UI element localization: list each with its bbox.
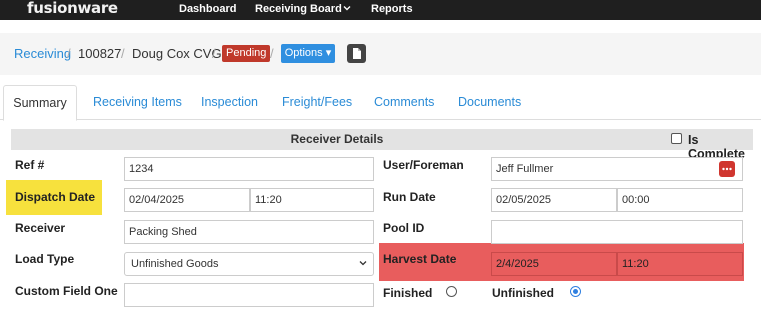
breadcrumb-separator: / — [270, 46, 274, 61]
dispatch-date-input[interactable]: 02/04/2025 — [124, 188, 250, 212]
nav-dashboard[interactable]: Dashboard — [179, 3, 236, 15]
ref-label: Ref # — [15, 158, 45, 172]
is-complete-checkbox[interactable] — [671, 133, 682, 144]
pool-id-input[interactable] — [491, 220, 743, 244]
nav-receiving-board[interactable]: Receiving Board — [255, 3, 342, 15]
load-type-select[interactable]: Unfinished Goods — [124, 252, 374, 276]
tab-summary[interactable]: Summary — [3, 85, 77, 121]
harvest-date-input[interactable]: 2/4/2025 — [491, 252, 617, 276]
pool-id-label: Pool ID — [383, 221, 425, 235]
tab-bar: Summary Receiving Items Inspection Freig… — [0, 85, 761, 121]
breadcrumb-separator: / — [67, 46, 71, 61]
section-header: Receiver Details Is Complete — [11, 129, 753, 161]
harvest-date-label: Harvest Date — [383, 252, 457, 266]
custom-field-one-label: Custom Field One — [15, 284, 118, 298]
top-navbar: fusionware Dashboard Receiving Board Rep… — [0, 0, 761, 20]
chevron-down-icon — [359, 261, 367, 266]
options-button[interactable]: Options ▾ — [281, 44, 335, 63]
status-badge: Pending — [222, 45, 271, 62]
chevron-down-icon[interactable] — [343, 4, 351, 12]
dispatch-date-label: Dispatch Date — [15, 190, 96, 204]
load-type-label: Load Type — [15, 252, 75, 266]
harvest-time-input[interactable]: 11:20 — [617, 252, 743, 276]
unfinished-label: Unfinished — [492, 286, 554, 300]
finished-label: Finished — [383, 286, 433, 300]
breadcrumb-separator: / — [212, 46, 216, 61]
tab-freight-fees[interactable]: Freight/Fees — [282, 85, 352, 120]
ref-input[interactable]: 1234 — [124, 157, 374, 181]
receiver-input[interactable]: Packing Shed — [124, 220, 374, 244]
section-title: Receiver Details — [290, 132, 384, 146]
nav-reports[interactable]: Reports — [371, 3, 413, 15]
run-date-input[interactable]: 02/05/2025 — [491, 188, 617, 212]
breadcrumb-name: Doug Cox CVG — [132, 46, 222, 61]
dispatch-time-input[interactable]: 11:20 — [250, 188, 374, 212]
document-button[interactable] — [347, 44, 366, 63]
breadcrumb-separator: / — [121, 46, 125, 61]
document-icon — [353, 48, 361, 59]
run-date-label: Run Date — [383, 190, 436, 204]
user-foreman-label: User/Foreman — [383, 158, 464, 172]
custom-field-one-input[interactable] — [124, 283, 374, 307]
breadcrumb: Receiving / 100827 / Doug Cox CVG / Pend… — [0, 33, 761, 75]
logo-text: fusionware — [27, 0, 118, 17]
finished-radio[interactable] — [446, 286, 457, 297]
tab-documents[interactable]: Documents — [458, 85, 521, 120]
tab-inspection[interactable]: Inspection — [201, 85, 258, 120]
breadcrumb-receiving[interactable]: Receiving — [14, 46, 71, 61]
tab-comments[interactable]: Comments — [374, 85, 434, 120]
tab-receiving-items[interactable]: Receiving Items — [93, 85, 182, 120]
receiver-label: Receiver — [15, 221, 66, 235]
run-time-input[interactable]: 00:00 — [617, 188, 743, 212]
app-logo[interactable]: fusionware — [27, 0, 118, 17]
load-type-value: Unfinished Goods — [131, 258, 219, 270]
more-icon — [722, 167, 732, 171]
breadcrumb-id: 100827 — [78, 46, 122, 61]
user-lookup-button[interactable] — [719, 161, 735, 177]
user-foreman-input[interactable]: Jeff Fullmer — [491, 157, 743, 181]
unfinished-radio[interactable] — [570, 286, 581, 297]
